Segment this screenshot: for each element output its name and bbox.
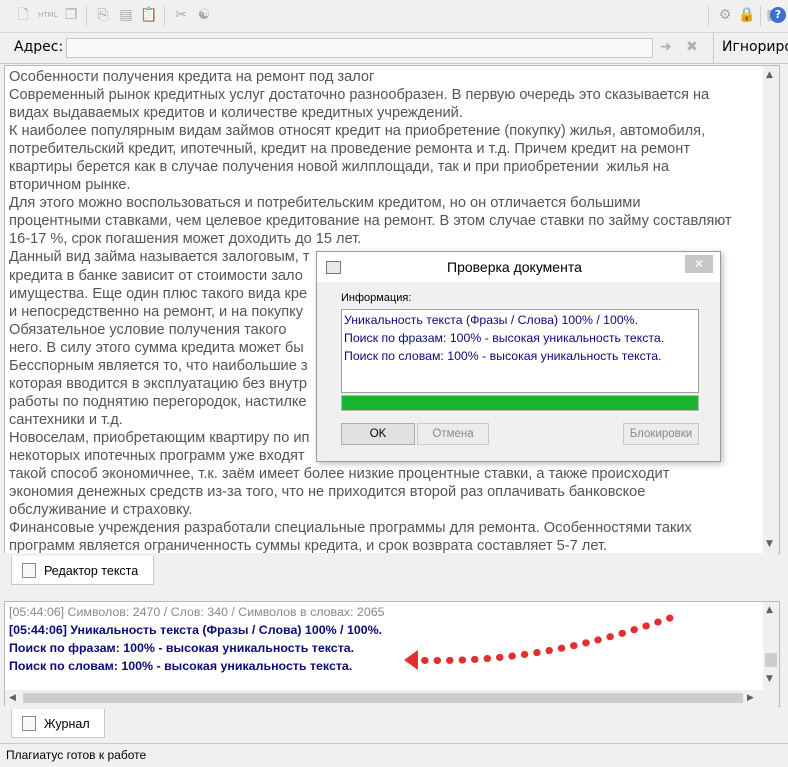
address-bar: Адрес: ➜ ✖ Игнориро (0, 33, 788, 64)
info-line: Поиск по словам: 100% - высокая уникальн… (344, 349, 662, 363)
editor-line: экономия денежных средств из-за того, чт… (9, 484, 646, 501)
ok-button[interactable]: OK (341, 423, 415, 445)
status-text: Плагиатус готов к работе (6, 748, 147, 762)
editor-tabstrip: Редактор текста (4, 553, 778, 589)
editor-line: Современный рынок кредитных услуг достат… (9, 87, 710, 104)
gear-icon[interactable]: ⚙ (716, 6, 734, 24)
go-arrow-icon[interactable]: ➜ (660, 39, 672, 55)
block-button[interactable]: Блокировки (623, 423, 699, 445)
lock-icon[interactable]: 🔒 (738, 6, 756, 24)
info-line: Поиск по фразам: 100% - высокая уникальн… (344, 331, 665, 345)
editor-scrollbar[interactable]: ▲ ▼ (763, 66, 779, 553)
tab-journal-label: Журнал (44, 717, 90, 731)
scroll-right-icon[interactable]: ▶ (747, 693, 754, 703)
ignore-label: Игнориро (722, 39, 788, 55)
log-stats-line: [05:44:06] Символов: 2470 / Слов: 340 / … (9, 605, 385, 619)
check-dialog: Проверка документа ✕ Информация: Уникаль… (316, 251, 721, 462)
scroll-down-icon[interactable]: ▼ (766, 674, 773, 684)
editor-line: обслуживание и страховку. (9, 502, 193, 519)
log-line: Поиск по фразам: 100% - высокая уникальн… (9, 641, 355, 655)
dialog-title: Проверка документа (447, 259, 582, 275)
editor-line: Особенности получения кредита на ремонт … (9, 69, 375, 85)
scroll-left-icon[interactable]: ◀ (9, 693, 16, 703)
toolbar-divider (708, 6, 709, 26)
cancel-button[interactable]: Отмена (417, 423, 489, 445)
editor-line: Для этого можно воспользоваться и потреб… (9, 195, 641, 212)
annotation-arrow (404, 614, 674, 670)
editor-line: Финансовые учреждения разработали специа… (9, 520, 692, 537)
html-icon[interactable]: HTML (38, 6, 57, 24)
tab-editor-label: Редактор текста (44, 564, 139, 578)
progress-bar (341, 395, 699, 411)
log-tabstrip: Журнал (4, 706, 778, 742)
log-line: [05:44:06] Уникальность текста (Фразы / … (9, 623, 383, 637)
paste-icon[interactable]: 📋 (140, 6, 158, 24)
info-label: Информация: (341, 292, 412, 304)
copy-doc-icon[interactable]: ❐ (62, 6, 80, 24)
editor-line: 16-17 %, срок погашения может доходить д… (9, 231, 362, 248)
editor-line: видах выдаваемых кредитов и количестве к… (9, 105, 463, 122)
info-line: Уникальность текста (Фразы / Слова) 100%… (344, 313, 639, 327)
editor-line: такой способ экономичнее, т.к. заём имее… (9, 466, 670, 483)
toolbar: 🗋 HTML ❐ ⎘ ▤ 📋 ✂ ☯ ⚙ 🔒 ▦ (0, 0, 788, 33)
dialog-titlebar[interactable]: Проверка документа ✕ (317, 252, 720, 282)
document-icon (22, 563, 36, 578)
tools-icon[interactable]: ✂ (172, 6, 190, 24)
log-hscrollbar[interactable]: ◀ ▶ (5, 690, 763, 706)
scroll-thumb[interactable] (765, 653, 777, 667)
scroll-thumb[interactable] (23, 693, 743, 703)
ignore-field[interactable]: Игнориро (713, 33, 788, 63)
status-bar: Плагиатус готов к работе (0, 743, 788, 767)
editor-line: квартиры берется как в случае получения … (9, 159, 669, 176)
paste-doc-icon[interactable]: ▤ (117, 6, 135, 24)
close-button[interactable]: ✕ (685, 255, 713, 273)
address-input[interactable] (66, 38, 653, 58)
scroll-up-icon[interactable]: ▲ (766, 605, 773, 615)
scroll-up-icon[interactable]: ▲ (766, 70, 773, 80)
tab-journal[interactable]: Журнал (11, 709, 105, 738)
toolbar-divider (760, 6, 761, 26)
address-label: Адрес: (14, 39, 64, 55)
scroll-down-icon[interactable]: ▼ (766, 539, 773, 549)
help-icon[interactable]: ? (770, 7, 786, 23)
new-doc-icon[interactable]: 🗋 (14, 6, 32, 24)
journal-icon (22, 716, 36, 731)
editor-line: потребительский кредит, ипотечный, креди… (9, 141, 691, 158)
toolbar-divider (86, 6, 87, 26)
editor-line: вторичном рынке. (9, 177, 131, 194)
editor-line: процентными ставками, чем целевое кредит… (9, 213, 732, 230)
log-scrollbar[interactable]: ▲ ▼ (763, 602, 779, 706)
toolbar-divider (164, 6, 165, 26)
editor-line: К наиболее популярным видам займов относ… (9, 123, 706, 140)
copy-icon[interactable]: ⎘ (94, 6, 112, 24)
tab-editor[interactable]: Редактор текста (11, 556, 154, 585)
editor-line: программ является ограниченность суммы к… (9, 538, 608, 554)
clear-icon[interactable]: ✖ (686, 39, 698, 55)
log-line: Поиск по словам: 100% - высокая уникальн… (9, 659, 353, 673)
yin-yang-icon[interactable]: ☯ (195, 6, 213, 24)
info-box[interactable]: Уникальность текста (Фразы / Слова) 100%… (341, 309, 699, 393)
window-icon (326, 261, 341, 274)
